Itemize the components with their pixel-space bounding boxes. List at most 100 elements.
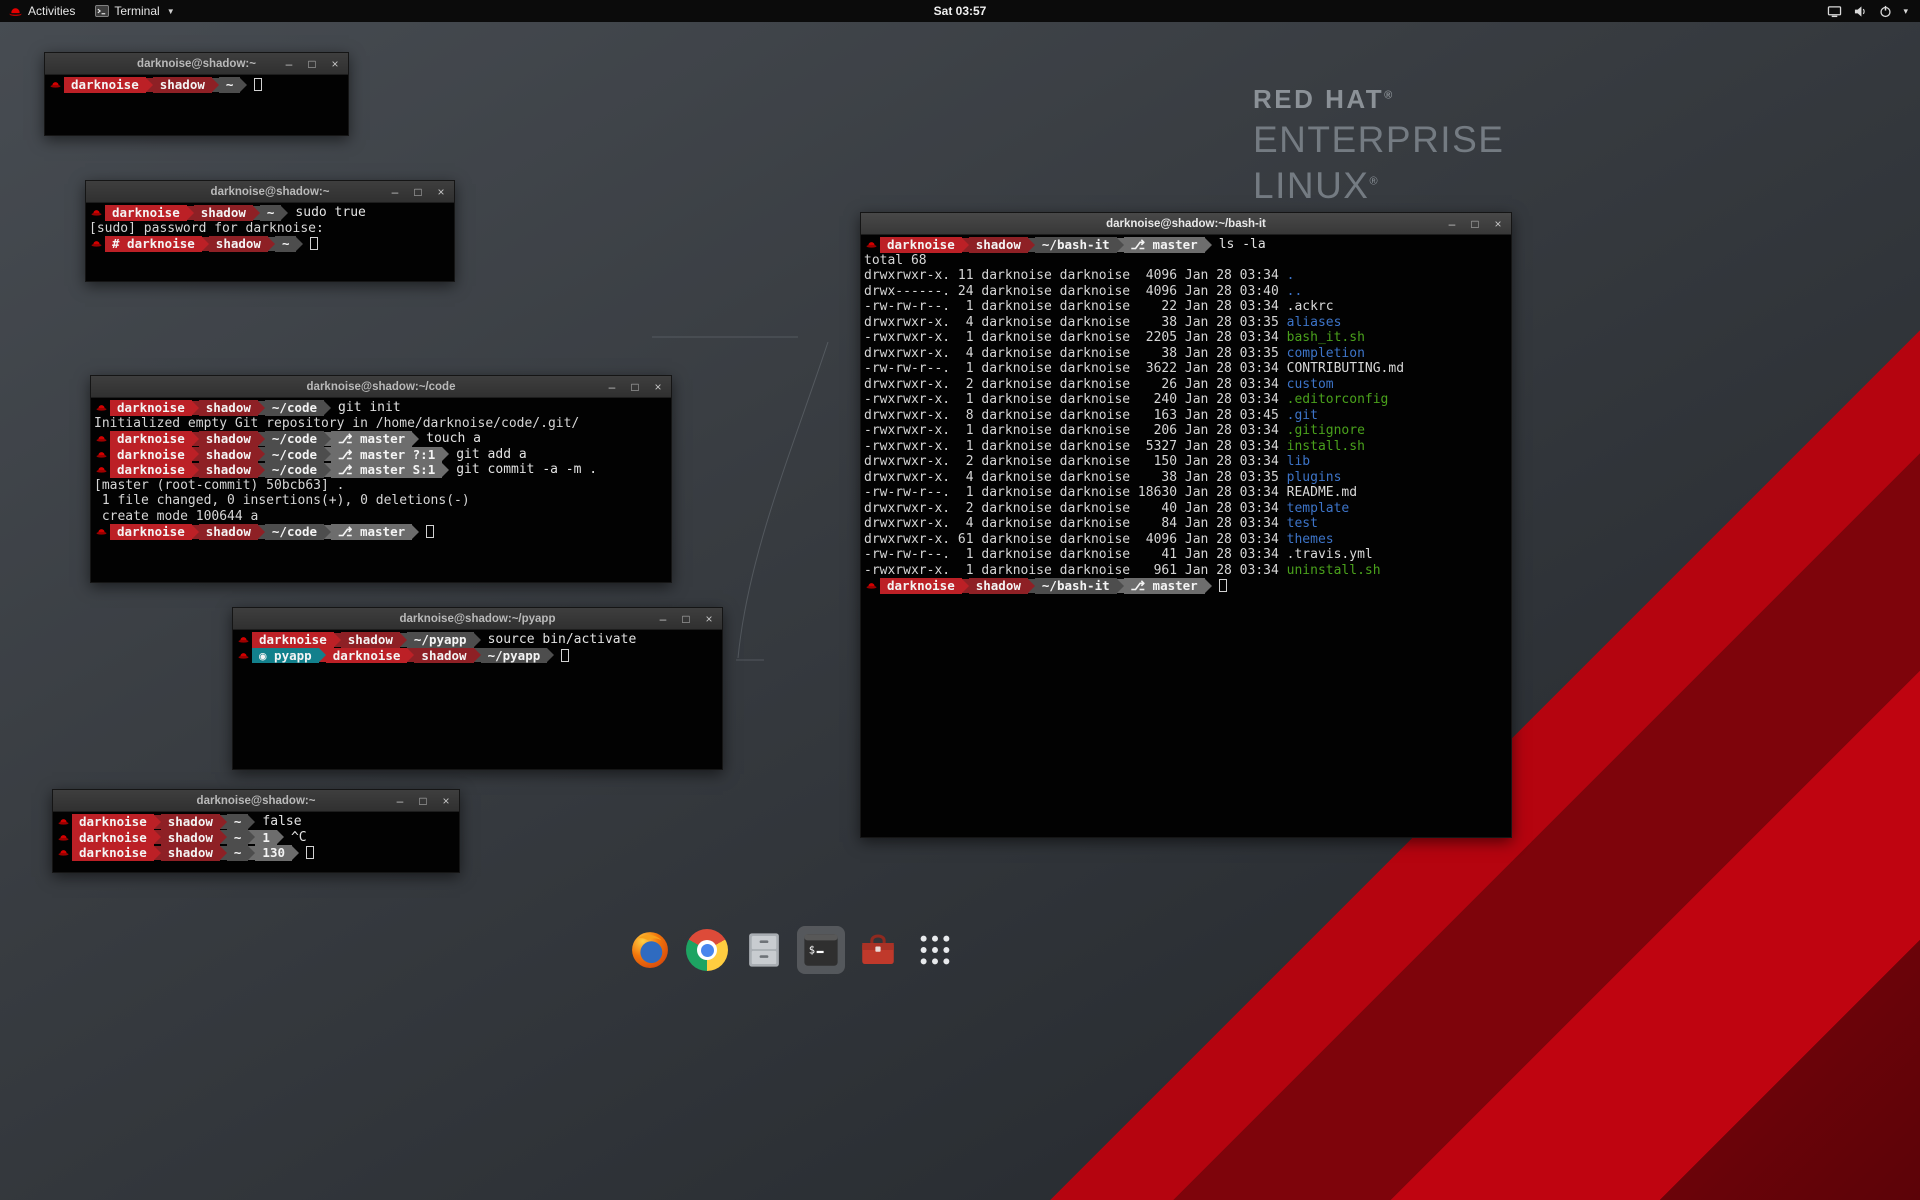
- maximize-button[interactable]: □: [1469, 218, 1481, 230]
- chrome-icon[interactable]: [683, 926, 731, 974]
- window-title: darknoise@shadow:~/bash-it: [861, 218, 1511, 230]
- chevron-down-icon[interactable]: ▾: [1903, 6, 1908, 17]
- titlebar[interactable]: darknoise@shadow:~/code –□×: [91, 376, 671, 398]
- powerline-separator: [324, 447, 331, 461]
- terminal-output-line: drwxrwxr-x. 2 darknoise darknoise 40 Jan…: [864, 501, 1508, 517]
- terminal-output-line: total 68: [864, 253, 1508, 269]
- prompt-line: darknoiseshadow~sudo true: [89, 205, 451, 221]
- maximize-button[interactable]: □: [306, 58, 318, 70]
- minimize-button[interactable]: –: [1446, 218, 1458, 230]
- powerline-separator: [1117, 579, 1124, 593]
- redhat-prompt-icon: [48, 80, 62, 89]
- prompt-segment-git: ⎇ master: [331, 524, 412, 540]
- file-meta: -rwxrwxr-x. 1 darknoise darknoise 240 Ja…: [864, 392, 1287, 407]
- app-grid-icon[interactable]: [911, 926, 959, 974]
- file-name: completion: [1287, 346, 1365, 361]
- activities-button[interactable]: Activities: [0, 0, 85, 22]
- redhat-prompt-icon: [94, 527, 108, 536]
- prompt-segment-path: ~/bash-it: [1035, 237, 1117, 253]
- volume-icon[interactable]: [1853, 5, 1868, 18]
- powerline-separator: [248, 846, 255, 860]
- maximize-button[interactable]: □: [417, 795, 429, 807]
- file-name: aliases: [1287, 315, 1342, 330]
- prompt-segment-path: ~/code: [265, 431, 324, 447]
- minimize-button[interactable]: –: [283, 58, 295, 70]
- powerline-separator: [324, 401, 331, 415]
- watermark-linux: LINUX®: [1253, 165, 1504, 207]
- close-button[interactable]: ×: [652, 381, 664, 393]
- terminal-window[interactable]: darknoise@shadow:~ –□× darknoiseshadow~f…: [52, 789, 460, 873]
- titlebar[interactable]: darknoise@shadow:~/bash-it –□ ×: [861, 213, 1511, 235]
- prompt-line: darknoiseshadow~/code⎇ master S:1git com…: [94, 462, 668, 478]
- redhat-fedora-icon: [8, 6, 23, 17]
- files-icon[interactable]: [740, 926, 788, 974]
- powerline-separator: [962, 579, 969, 593]
- prompt-segment-path: ~/pyapp: [407, 632, 474, 648]
- prompt-segment-path: ~: [275, 236, 297, 252]
- terminal-icon[interactable]: $: [797, 926, 845, 974]
- terminal-window[interactable]: darknoise@shadow:~/code –□× darknoisesha…: [90, 375, 672, 583]
- file-meta: drwxrwxr-x. 61 darknoise darknoise 4096 …: [864, 532, 1287, 547]
- titlebar[interactable]: darknoise@shadow:~ –□×: [53, 790, 459, 812]
- terminal-window[interactable]: darknoise@shadow:~/pyapp –□× darknoisesh…: [232, 607, 723, 770]
- minimize-button[interactable]: –: [657, 613, 669, 625]
- rhel-watermark: RED HAT® ENTERPRISE LINUX®: [1253, 84, 1504, 207]
- file-meta: drwxrwxr-x. 2 darknoise darknoise 150 Ja…: [864, 454, 1287, 469]
- terminal-content[interactable]: darknoiseshadow~: [45, 75, 348, 135]
- powerline-separator: [1205, 579, 1212, 593]
- terminal-output-line: drwxrwxr-x. 2 darknoise darknoise 26 Jan…: [864, 377, 1508, 393]
- power-icon[interactable]: [1879, 5, 1892, 18]
- toolbox-icon[interactable]: [854, 926, 902, 974]
- close-button[interactable]: ×: [329, 58, 341, 70]
- terminal-content[interactable]: darknoiseshadow~/codegit initInitialized…: [91, 398, 671, 582]
- maximize-button[interactable]: □: [680, 613, 692, 625]
- prompt-segment-git: ⎇ master ?:1: [331, 447, 442, 463]
- terminal-content[interactable]: darknoiseshadow~/pyappsource bin/activat…: [233, 630, 722, 769]
- terminal-output-line: [sudo] password for darknoise:: [89, 221, 451, 237]
- command-text: false: [262, 814, 301, 829]
- file-meta: -rw-rw-r--. 1 darknoise darknoise 3622 J…: [864, 361, 1287, 376]
- minimize-button[interactable]: –: [389, 186, 401, 198]
- file-name: README.md: [1287, 485, 1357, 500]
- powerline-separator: [248, 830, 255, 844]
- titlebar[interactable]: darknoise@shadow:~ –□×: [45, 53, 348, 75]
- terminal-window[interactable]: darknoise@shadow:~ –□× darknoiseshadow~s…: [85, 180, 455, 282]
- close-button[interactable]: ×: [1492, 218, 1504, 230]
- prompt-segment-path: ~/code: [265, 400, 324, 416]
- close-button[interactable]: ×: [435, 186, 447, 198]
- app-menu-terminal[interactable]: Terminal ▼: [85, 0, 184, 22]
- display-icon[interactable]: [1827, 5, 1842, 18]
- titlebar[interactable]: darknoise@shadow:~/pyapp –□×: [233, 608, 722, 630]
- terminal-window-icon: [95, 5, 109, 17]
- prompt-segment-user: darknoise: [64, 77, 146, 93]
- terminal-output-line: [master (root-commit) 50bcb63] .: [94, 478, 668, 494]
- svg-text:$: $: [809, 945, 815, 957]
- system-tray[interactable]: ▾: [1827, 0, 1920, 22]
- prompt-segment-host: shadow: [209, 236, 268, 252]
- terminal-output-line: -rwxrwxr-x. 1 darknoise darknoise 206 Ja…: [864, 423, 1508, 439]
- prompt-segment-host: shadow: [161, 845, 220, 861]
- terminal-content[interactable]: darknoiseshadow~/bash-it⎇ masterls -lato…: [861, 235, 1511, 837]
- firefox-icon[interactable]: [626, 926, 674, 974]
- prompt-segment-user: darknoise: [110, 400, 192, 416]
- prompt-segment-user: darknoise: [252, 632, 334, 648]
- close-button[interactable]: ×: [703, 613, 715, 625]
- powerline-separator: [258, 401, 265, 415]
- powerline-separator: [258, 432, 265, 446]
- terminal-content[interactable]: darknoiseshadow~falsedarknoiseshadow~1^C…: [53, 812, 459, 872]
- minimize-button[interactable]: –: [394, 795, 406, 807]
- prompt-segment-host: shadow: [199, 400, 258, 416]
- terminal-window[interactable]: darknoise@shadow:~/bash-it –□ × darknoise…: [860, 212, 1512, 838]
- minimize-button[interactable]: –: [606, 381, 618, 393]
- terminal-content[interactable]: darknoiseshadow~sudo true[sudo] password…: [86, 203, 454, 281]
- command-text: ls -la: [1219, 237, 1266, 252]
- maximize-button[interactable]: □: [629, 381, 641, 393]
- close-button[interactable]: ×: [440, 795, 452, 807]
- terminal-window[interactable]: darknoise@shadow:~ –□× darknoiseshadow~: [44, 52, 349, 136]
- clock[interactable]: Sat 03:57: [934, 4, 987, 18]
- maximize-button[interactable]: □: [412, 186, 424, 198]
- titlebar[interactable]: darknoise@shadow:~ –□×: [86, 181, 454, 203]
- powerline-separator: [192, 401, 199, 415]
- prompt-line: # darknoiseshadow~: [89, 236, 451, 252]
- powerline-separator: [192, 463, 199, 477]
